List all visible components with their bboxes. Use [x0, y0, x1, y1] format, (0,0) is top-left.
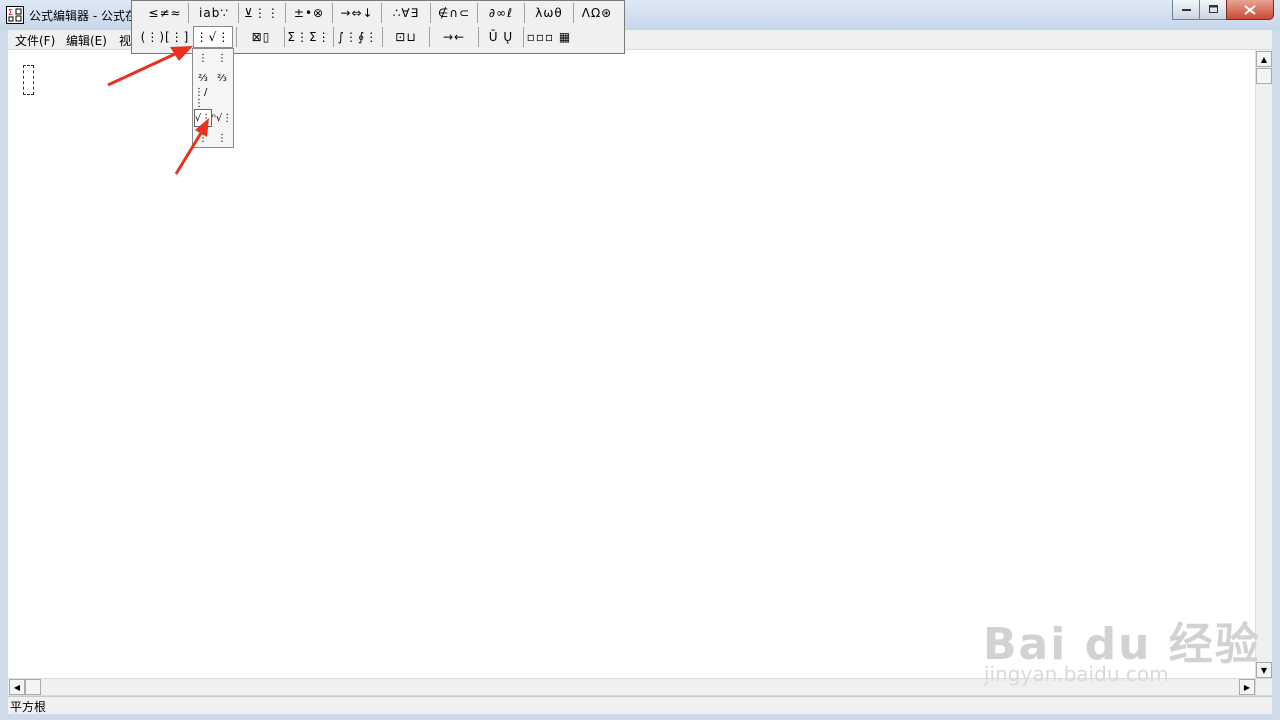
palette-products[interactable]: Ū Ų [481, 26, 521, 48]
palette-separator [381, 3, 382, 23]
palette-separator [524, 3, 525, 23]
palette-separator [478, 27, 479, 47]
arrow-down-icon: ▼ [1260, 665, 1268, 675]
horizontal-scroll-thumb[interactable] [25, 679, 41, 695]
maximize-button[interactable] [1199, 0, 1228, 20]
palette-arrows[interactable]: →⇔↓ [335, 2, 379, 24]
arrow-to-palette-button [107, 46, 193, 87]
palette-labeled-arrows[interactable]: →← [432, 26, 476, 48]
palette-separator [382, 27, 383, 47]
palette-separator [477, 3, 478, 23]
palette-separator [332, 3, 333, 23]
arrow-to-square-root [174, 118, 209, 175]
palette-separator [573, 3, 574, 23]
arrow-left-icon: ◀ [13, 682, 21, 692]
palette-separator [429, 27, 430, 47]
palette-greek-lower[interactable]: λωθ [527, 2, 571, 24]
minimize-button[interactable] [1172, 0, 1201, 20]
palette-bars[interactable]: ⊡⊔ [385, 26, 427, 48]
close-icon [1244, 4, 1256, 15]
size-grip[interactable] [1256, 679, 1272, 695]
scroll-right-button[interactable]: ▶ [1239, 679, 1255, 695]
palette-integrals[interactable]: ∫⋮∮⋮ [336, 26, 380, 48]
status-text: 平方根 [10, 700, 47, 714]
palette-set-theory[interactable]: ∉∩⊂ [433, 2, 475, 24]
scroll-left-button[interactable]: ◀ [9, 679, 25, 695]
palette-greek-upper[interactable]: ΛΩ⊛ [575, 2, 619, 24]
close-button[interactable] [1226, 0, 1274, 20]
arrow-up-icon: ▲ [1260, 54, 1268, 64]
scroll-up-button[interactable]: ▲ [1256, 51, 1272, 67]
palette-separator [523, 27, 524, 47]
palette-matrices[interactable]: ▫▫▫ ▦ [527, 26, 571, 48]
palette-separator [430, 3, 431, 23]
vertical-scrollbar[interactable] [1255, 50, 1272, 678]
restore-icon [1208, 5, 1218, 13]
palette-separator [333, 27, 334, 47]
minimize-icon [1181, 8, 1191, 11]
baidu-watermark-url: jingyan.baidu.com [984, 662, 1169, 686]
palette-misc-symbols[interactable]: ∂∞ℓ [480, 2, 522, 24]
palette-logic[interactable]: ∴∀∃ [384, 2, 428, 24]
annotation-arrows [107, 46, 209, 175]
arrow-right-icon: ▶ [1243, 682, 1251, 692]
status-bar [8, 696, 1272, 714]
vertical-scroll-thumb[interactable] [1256, 68, 1272, 84]
